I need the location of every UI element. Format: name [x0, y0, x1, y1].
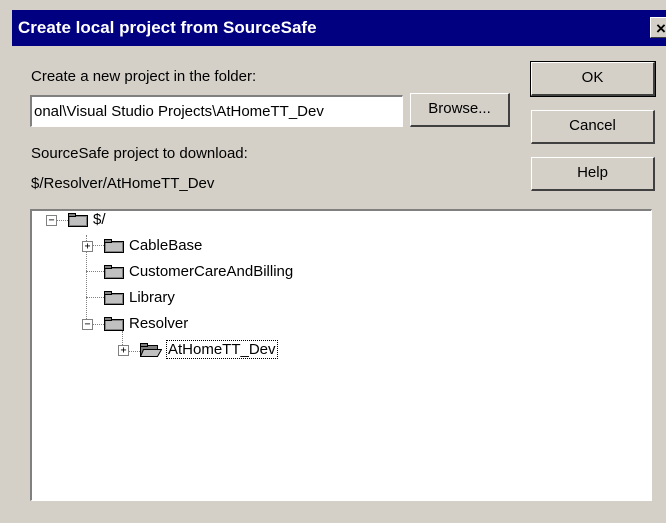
cancel-button-label: Cancel: [569, 117, 616, 134]
tree-node-label: $/: [93, 211, 106, 228]
browse-button[interactable]: Browse...: [410, 93, 510, 127]
window-title: Create local project from SourceSafe: [18, 18, 317, 37]
folder-icon: [104, 239, 124, 253]
project-path: $/Resolver/AtHomeTT_Dev: [31, 175, 215, 192]
tree-node-label: CableBase: [129, 237, 203, 254]
tree-connector: [86, 297, 104, 298]
help-button[interactable]: Help: [531, 157, 655, 191]
tree-collapse-root[interactable]: −: [46, 215, 57, 226]
close-button[interactable]: ×: [650, 17, 666, 38]
browse-button-label: Browse...: [428, 100, 491, 117]
tree-node-label: Library: [129, 289, 175, 306]
tree-connector: [86, 271, 104, 272]
tree-node-label: Resolver: [129, 315, 189, 332]
tree-expand-athomett-dev[interactable]: +: [118, 345, 129, 356]
cancel-button[interactable]: Cancel: [531, 110, 655, 144]
ok-button-label: OK: [581, 69, 604, 86]
project-tree[interactable]: − $/ + CableBase CustomerCareAndBilling …: [30, 209, 652, 501]
folder-icon: [104, 265, 124, 279]
folder-input-value: onal\Visual Studio Projects\AtHomeTT_Dev: [34, 103, 324, 120]
folder-icon: [104, 317, 124, 331]
ok-button[interactable]: OK: [530, 61, 656, 97]
folder-icon: [104, 291, 124, 305]
project-label: SourceSafe project to download:: [31, 145, 248, 162]
folder-icon: [68, 213, 88, 227]
close-icon: ×: [656, 19, 666, 38]
dialog-window: Create local project from SourceSafe × C…: [0, 0, 666, 523]
folder-label: Create a new project in the folder:: [31, 68, 257, 85]
tree-expand-cablebase[interactable]: +: [82, 241, 93, 252]
open-folder-icon: [140, 343, 162, 357]
tree-collapse-resolver[interactable]: −: [82, 319, 93, 330]
tree-node-label: CustomerCareAndBilling: [129, 263, 294, 280]
folder-input[interactable]: onal\Visual Studio Projects\AtHomeTT_Dev: [30, 95, 403, 127]
tree-node-label: AtHomeTT_Dev: [166, 340, 278, 359]
title-bar[interactable]: Create local project from SourceSafe ×: [12, 10, 666, 46]
help-button-label: Help: [577, 164, 608, 181]
